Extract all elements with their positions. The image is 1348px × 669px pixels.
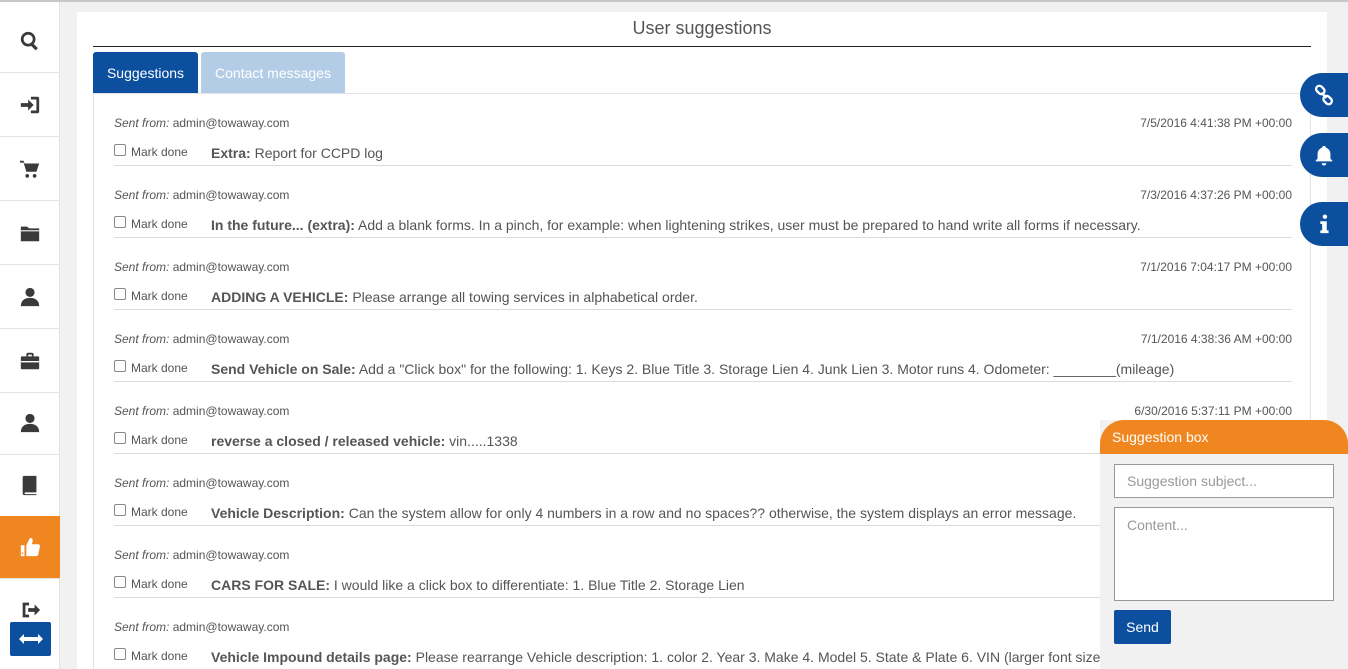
mark-done-checkbox[interactable] <box>114 504 126 516</box>
link-icon <box>1314 84 1334 106</box>
suggestion-text: In the future... (extra): Add a blank fo… <box>211 217 1141 233</box>
mark-done-checkbox[interactable] <box>114 144 126 156</box>
sent-from: Sent from: admin@towaway.com <box>114 548 290 562</box>
suggestion-subject: reverse a closed / released vehicle: <box>211 433 446 449</box>
suggestion-text: Vehicle Description: Can the system allo… <box>211 505 1076 521</box>
sidebar-item-suggestions[interactable] <box>0 516 60 579</box>
suggestion-text: CARS FOR SALE: I would like a click box … <box>211 577 745 593</box>
suggestion-content: Can the system allow for only 4 numbers … <box>348 505 1077 521</box>
suggestion-text: reverse a closed / released vehicle: vin… <box>211 433 518 449</box>
sent-from: Sent from: admin@towaway.com <box>114 260 290 274</box>
list-item: Sent from: admin@towaway.com 7/1/2016 7:… <box>114 238 1292 310</box>
suggestion-content: Please rearrange Vehicle description: 1.… <box>415 649 1116 665</box>
list-item: Sent from: admin@towaway.com 7/3/2016 4:… <box>114 166 1292 238</box>
timestamp: 7/1/2016 7:04:17 PM +00:00 <box>1140 260 1292 274</box>
suggestion-text: ADDING A VEHICLE: Please arrange all tow… <box>211 289 698 305</box>
sign-in-icon <box>20 96 40 114</box>
mark-done-toggle[interactable]: Mark done <box>114 432 188 447</box>
suggestion-subject: ADDING A VEHICLE: <box>211 289 349 305</box>
user-icon <box>20 413 40 433</box>
thumbs-up-icon <box>20 537 41 557</box>
mark-done-checkbox[interactable] <box>114 360 126 372</box>
suggestion-text: Extra: Report for CCPD log <box>211 145 383 161</box>
links-tab[interactable] <box>1300 73 1348 117</box>
bell-icon <box>1315 145 1333 166</box>
suggestion-subject: Extra: <box>211 145 251 161</box>
mark-done-checkbox[interactable] <box>114 288 126 300</box>
sidebar-item-book[interactable] <box>0 454 60 517</box>
sidebar-item-briefcase[interactable] <box>0 330 60 393</box>
tab-suggestions[interactable]: Suggestions <box>93 52 198 94</box>
sidebar-item-sign-in[interactable] <box>0 74 60 137</box>
sidebar-item-folder[interactable] <box>0 202 60 265</box>
suggestion-content: Add a blank forms. In a pinch, for examp… <box>358 217 1141 233</box>
sent-from: Sent from: admin@towaway.com <box>114 620 290 634</box>
notifications-tab[interactable] <box>1300 133 1348 177</box>
sent-from: Sent from: admin@towaway.com <box>114 332 290 346</box>
send-button[interactable]: Send <box>1114 610 1171 644</box>
suggestion-subject: Vehicle Description: <box>211 505 345 521</box>
info-tab[interactable] <box>1300 202 1348 246</box>
search-icon <box>20 31 38 51</box>
sent-from: Sent from: admin@towaway.com <box>114 476 290 490</box>
expand-sidebar-button[interactable] <box>10 622 51 656</box>
suggestion-content: vin.....1338 <box>449 433 518 449</box>
mark-done-toggle[interactable]: Mark done <box>114 648 188 663</box>
mark-done-toggle[interactable]: Mark done <box>114 216 188 231</box>
suggestion-text: Vehicle Impound details page: Please rea… <box>211 649 1115 665</box>
cart-icon <box>19 160 40 178</box>
sent-from: Sent from: admin@towaway.com <box>114 404 290 418</box>
suggestion-content: Report for CCPD log <box>254 145 383 161</box>
mark-done-toggle[interactable]: Mark done <box>114 144 188 159</box>
suggestion-text: Send Vehicle on Sale: Add a "Click box" … <box>211 361 1174 377</box>
expand-arrows-icon <box>18 634 43 644</box>
suggestion-subject: Send Vehicle on Sale: <box>211 361 356 377</box>
suggestion-content: I would like a click box to differentiat… <box>333 577 745 593</box>
timestamp: 7/1/2016 4:38:36 AM +00:00 <box>1140 332 1292 346</box>
suggestion-box-header[interactable]: Suggestion box <box>1100 420 1348 454</box>
timestamp: 7/3/2016 4:37:26 PM +00:00 <box>1140 188 1292 202</box>
suggestion-box: Suggestion box Send <box>1100 420 1348 669</box>
mark-done-toggle[interactable]: Mark done <box>114 504 188 519</box>
sign-out-icon <box>22 602 41 617</box>
timestamp: 7/5/2016 4:41:38 PM +00:00 <box>1140 116 1292 130</box>
mark-done-toggle[interactable]: Mark done <box>114 360 188 375</box>
suggestion-subject: Vehicle Impound details page: <box>211 649 412 665</box>
top-border <box>0 0 1348 2</box>
sidebar-item-search[interactable] <box>0 10 60 73</box>
sidebar-item-cart[interactable] <box>0 138 60 201</box>
list-item: Sent from: admin@towaway.com 7/5/2016 4:… <box>114 94 1292 166</box>
sidebar-item-user[interactable] <box>0 266 60 329</box>
page-title: User suggestions <box>93 18 1311 47</box>
suggestion-subject: In the future... (extra): <box>211 217 355 233</box>
folder-icon <box>20 226 40 242</box>
mark-done-checkbox[interactable] <box>114 216 126 228</box>
user-icon <box>20 287 40 307</box>
mark-done-checkbox[interactable] <box>114 648 126 660</box>
suggestion-content: Please arrange all towing services in al… <box>352 289 698 305</box>
book-icon <box>22 475 37 496</box>
tab-contact-messages[interactable]: Contact messages <box>201 52 345 94</box>
suggestion-subject-input[interactable] <box>1114 464 1334 498</box>
sent-from: Sent from: admin@towaway.com <box>114 188 290 202</box>
list-item: Sent from: admin@towaway.com 7/1/2016 4:… <box>114 310 1292 382</box>
mark-done-checkbox[interactable] <box>114 576 126 588</box>
info-icon <box>1320 214 1329 234</box>
suggestion-subject: CARS FOR SALE: <box>211 577 330 593</box>
sent-from: Sent from: admin@towaway.com <box>114 116 290 130</box>
sidebar <box>0 2 60 669</box>
suggestion-content-input[interactable] <box>1114 507 1334 601</box>
briefcase-icon <box>20 352 40 370</box>
sidebar-item-user-2[interactable] <box>0 392 60 455</box>
suggestion-content: Add a "Click box" for the following: 1. … <box>358 361 1175 377</box>
mark-done-toggle[interactable]: Mark done <box>114 576 188 591</box>
mark-done-checkbox[interactable] <box>114 432 126 444</box>
timestamp: 6/30/2016 5:37:11 PM +00:00 <box>1134 404 1292 418</box>
mark-done-toggle[interactable]: Mark done <box>114 288 188 303</box>
